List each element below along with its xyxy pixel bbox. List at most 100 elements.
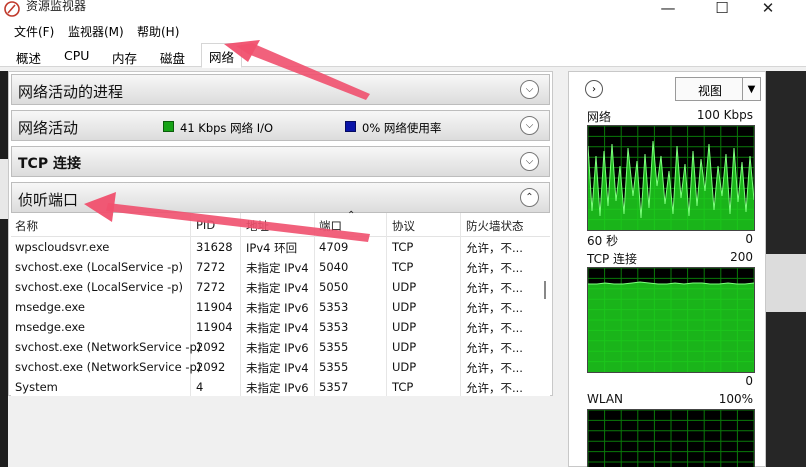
cell-pid: 2092	[196, 340, 226, 354]
menu-help[interactable]: 帮助(H)	[137, 23, 179, 40]
view-label: 视图	[698, 84, 723, 98]
cell-address: 未指定 IPv4	[246, 281, 309, 295]
cell-protocol: UDP	[392, 340, 417, 354]
view-dropdown[interactable]: 视图 ▼	[675, 77, 761, 101]
cell-firewall: 允许，不...	[466, 321, 523, 335]
network-usage-label: 0% 网络使用率	[362, 121, 442, 135]
table-row[interactable]: msedge.exe 11904 未指定 IPv6 5353 UDP 允许，不...	[11, 297, 541, 317]
background-band	[766, 254, 806, 312]
table-row[interactable]: System 4 未指定 IPv6 5357 TCP 允许，不...	[11, 377, 541, 397]
table-row[interactable]: svchost.exe (NetworkService -p) 2092 未指定 I…	[11, 357, 541, 377]
cell-protocol: TCP	[392, 380, 414, 394]
cell-port: 5355	[319, 340, 349, 354]
chevron-up-icon[interactable]: ⌃	[520, 188, 539, 207]
maximize-icon: ☐	[715, 0, 729, 17]
cell-port: 5050	[319, 280, 349, 294]
column-header-pid[interactable]: PID	[196, 218, 215, 232]
scroll-thumb[interactable]	[544, 281, 546, 299]
background-edge	[766, 71, 806, 467]
cell-pid: 11904	[196, 320, 233, 334]
chevron-right-icon[interactable]: ›	[585, 80, 603, 98]
table-header: 名称 PID 地址 端口 ⌃ 协议 防火墙状态	[11, 210, 550, 237]
cell-protocol: UDP	[392, 300, 417, 314]
cell-name: System	[15, 380, 58, 394]
tab-bar: 概述 CPU 内存 磁盘 网络	[0, 42, 806, 68]
table-scrollbar[interactable]	[540, 237, 550, 397]
cell-port: 5357	[319, 380, 349, 394]
column-header-port[interactable]: 端口	[319, 218, 342, 234]
section-network-activity[interactable]: 网络活动 41 Kbps 网络 I/O 0% 网络使用率 ⌵	[11, 110, 550, 141]
pane-splitter[interactable]	[556, 71, 566, 467]
listening-ports-table: 名称 PID 地址 端口 ⌃ 协议 防火墙状态 wpscloudsvr.exe 3…	[11, 210, 550, 397]
cell-address: 未指定 IPv6	[246, 301, 309, 315]
minimize-icon: —	[660, 0, 676, 17]
tab-disk[interactable]: 磁盘	[153, 45, 192, 67]
graph-tcp-min: 0	[745, 374, 753, 388]
cell-port: 5353	[319, 300, 349, 314]
close-button[interactable]: ✕	[745, 0, 791, 17]
table-row[interactable]: svchost.exe (LocalService -p) 7272 未指定 IPv…	[11, 277, 541, 297]
graph-wlan-title: WLAN	[587, 392, 624, 406]
cell-firewall: 允许，不...	[466, 241, 523, 255]
graph-tcp-max: 200	[730, 250, 753, 264]
tab-cpu[interactable]: CPU	[57, 45, 96, 67]
network-graph	[587, 125, 755, 231]
tab-network[interactable]: 网络	[201, 43, 243, 68]
graphs-pane: › 视图 ▼ 网络 100 Kbps 60 秒 0 TCP 连接 200 0 W…	[568, 71, 766, 467]
cell-name: wpscloudsvr.exe	[15, 240, 110, 254]
left-pane: 网络活动的进程 ⌵ 网络活动 41 Kbps 网络 I/O 0% 网络使用率 ⌵…	[8, 71, 553, 397]
table-row[interactable]: svchost.exe (NetworkService -p) 2092 未指定 I…	[11, 337, 541, 357]
chevron-down-icon[interactable]: ⌵	[520, 152, 539, 171]
graph-network-title: 网络	[587, 110, 612, 124]
minimize-button[interactable]: —	[645, 0, 691, 17]
column-header-protocol[interactable]: 协议	[392, 218, 415, 234]
close-icon: ✕	[761, 0, 775, 17]
graph-network-min: 0	[745, 232, 753, 246]
chevron-down-icon[interactable]: ⌵	[520, 116, 539, 135]
table-row[interactable]: wpscloudsvr.exe 31628 IPv4 环回 4709 TCP 允许，不..…	[11, 237, 541, 257]
cell-address: IPv4 环回	[246, 241, 298, 255]
column-header-firewall[interactable]: 防火墙状态	[466, 218, 524, 234]
cell-name: svchost.exe (NetworkService -p)	[15, 360, 202, 374]
graph-network-max: 100 Kbps	[696, 108, 753, 122]
chevron-down-icon[interactable]: ⌵	[520, 80, 539, 99]
cell-firewall: 允许，不...	[466, 281, 523, 295]
section-title: 网络活动的进程	[18, 83, 124, 101]
cell-protocol: UDP	[392, 320, 417, 334]
cell-pid: 11904	[196, 300, 233, 314]
menu-monitor[interactable]: 监视器(M)	[68, 23, 124, 40]
table-row[interactable]: svchost.exe (LocalService -p) 7272 未指定 IPv…	[11, 257, 541, 277]
tab-memory[interactable]: 内存	[105, 45, 144, 67]
sort-ascending-icon: ⌃	[347, 210, 356, 221]
table-row[interactable]: msedge.exe 11904 未指定 IPv4 5353 UDP 允许，不...	[11, 317, 541, 337]
section-tcp-connections[interactable]: TCP 连接 ⌵	[11, 146, 550, 177]
menu-bar: 文件(F) 监视器(M) 帮助(H)	[0, 20, 806, 42]
section-listening-ports[interactable]: 侦听端口 ⌃	[11, 182, 550, 213]
section-title: TCP 连接	[18, 156, 81, 172]
dropdown-arrow-icon[interactable]: ▼	[742, 78, 760, 100]
section-title: 网络活动	[18, 119, 79, 137]
section-network-processes[interactable]: 网络活动的进程 ⌵	[11, 74, 550, 105]
cell-protocol: UDP	[392, 280, 417, 294]
column-header-name[interactable]: 名称	[15, 218, 38, 234]
network-graph-svg	[587, 125, 755, 230]
cell-protocol: TCP	[392, 240, 414, 254]
usage-legend-square	[345, 121, 356, 132]
column-header-address[interactable]: 地址	[246, 218, 269, 234]
graph-wlan-max: 100%	[718, 392, 753, 406]
tcp-trace-area	[588, 282, 754, 372]
cell-firewall: 允许，不...	[466, 361, 523, 375]
cell-firewall: 允许，不...	[466, 381, 523, 395]
cell-protocol: TCP	[392, 260, 414, 274]
background-band	[0, 159, 8, 219]
cell-firewall: 允许，不...	[466, 341, 523, 355]
cell-pid: 4	[196, 380, 204, 394]
cell-name: msedge.exe	[15, 320, 85, 334]
tab-overview[interactable]: 概述	[9, 45, 48, 67]
menu-file[interactable]: 文件(F)	[14, 23, 54, 40]
cell-pid: 31628	[196, 240, 233, 254]
wlan-graph	[587, 409, 755, 467]
cell-address: 未指定 IPv4	[246, 261, 309, 275]
maximize-button[interactable]: ☐	[699, 0, 745, 17]
cell-firewall: 允许，不...	[466, 301, 523, 315]
